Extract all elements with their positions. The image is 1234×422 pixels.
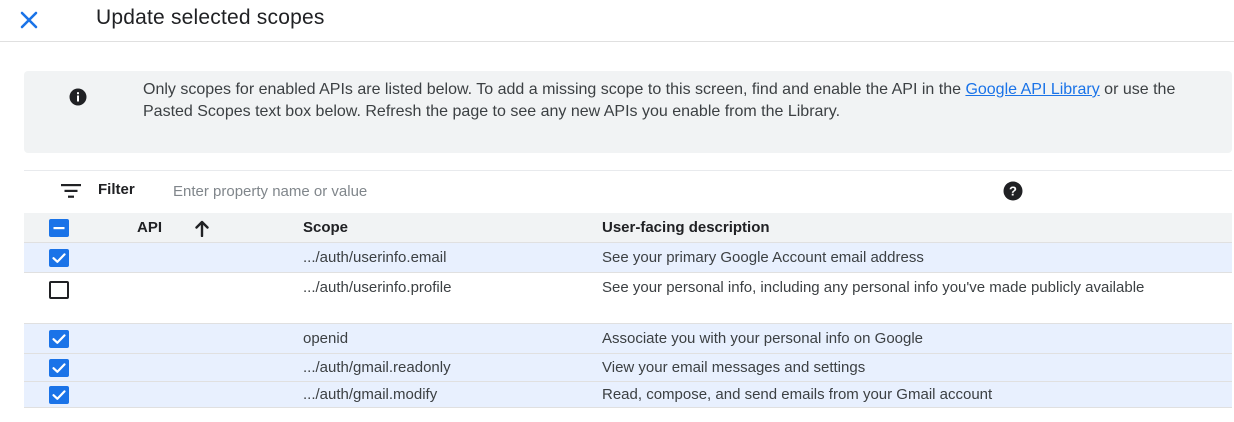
dialog-header: Update selected scopes [0, 0, 1234, 42]
scope-cell: .../auth/userinfo.profile [303, 279, 452, 296]
column-header-api[interactable]: API [137, 218, 162, 238]
google-api-library-link[interactable]: Google API Library [965, 81, 1099, 98]
filter-input[interactable] [173, 178, 973, 204]
filter-label: Filter [98, 181, 135, 198]
page-title: Update selected scopes [96, 6, 325, 29]
check-icon [52, 390, 66, 400]
close-icon [20, 11, 38, 29]
svg-text:?: ? [1009, 184, 1017, 199]
check-icon [52, 363, 66, 373]
check-icon [52, 334, 66, 344]
scope-cell: .../auth/gmail.readonly [303, 359, 451, 376]
row-checkbox[interactable] [49, 249, 69, 267]
filter-bar: Filter ? [24, 170, 1232, 212]
table-row[interactable]: .../auth/gmail.modify Read, compose, and… [24, 382, 1232, 408]
row-checkbox[interactable] [49, 386, 69, 404]
select-all-checkbox[interactable] [49, 219, 69, 237]
description-cell: See your personal info, including any pe… [602, 279, 1145, 296]
scope-cell: .../auth/userinfo.email [303, 249, 447, 266]
column-header-description[interactable]: User-facing description [602, 218, 770, 238]
table-row[interactable]: openid Associate you with your personal … [24, 324, 1232, 354]
row-checkbox[interactable] [49, 281, 69, 299]
scope-cell: openid [303, 330, 349, 347]
info-text: Only scopes for enabled APIs are listed … [143, 79, 1213, 123]
table-row[interactable]: .../auth/gmail.readonly View your email … [24, 354, 1232, 382]
check-icon [52, 253, 66, 263]
filter-icon [61, 184, 81, 198]
description-cell: See your primary Google Account email ad… [602, 249, 924, 266]
indeterminate-icon [53, 227, 65, 230]
table-row[interactable]: .../auth/userinfo.email See your primary… [24, 243, 1232, 273]
scopes-table: API Scope User-facing description .../au… [24, 213, 1232, 408]
row-checkbox[interactable] [49, 330, 69, 348]
scope-cell: .../auth/gmail.modify [303, 386, 438, 403]
column-header-scope[interactable]: Scope [303, 218, 348, 238]
close-button[interactable] [14, 5, 44, 35]
info-banner: Only scopes for enabled APIs are listed … [24, 71, 1232, 153]
description-cell: View your email messages and settings [602, 359, 866, 376]
description-cell: Read, compose, and send emails from your… [602, 386, 993, 403]
description-cell: Associate you with your personal info on… [602, 330, 924, 347]
table-header-row: API Scope User-facing description [24, 213, 1232, 243]
info-icon [69, 88, 87, 106]
row-checkbox[interactable] [49, 359, 69, 377]
arrow-up-icon[interactable] [194, 220, 210, 237]
table-row[interactable]: .../auth/userinfo.profile See your perso… [24, 273, 1232, 324]
help-icon[interactable]: ? [1003, 181, 1023, 201]
info-text-before: Only scopes for enabled APIs are listed … [143, 81, 966, 98]
